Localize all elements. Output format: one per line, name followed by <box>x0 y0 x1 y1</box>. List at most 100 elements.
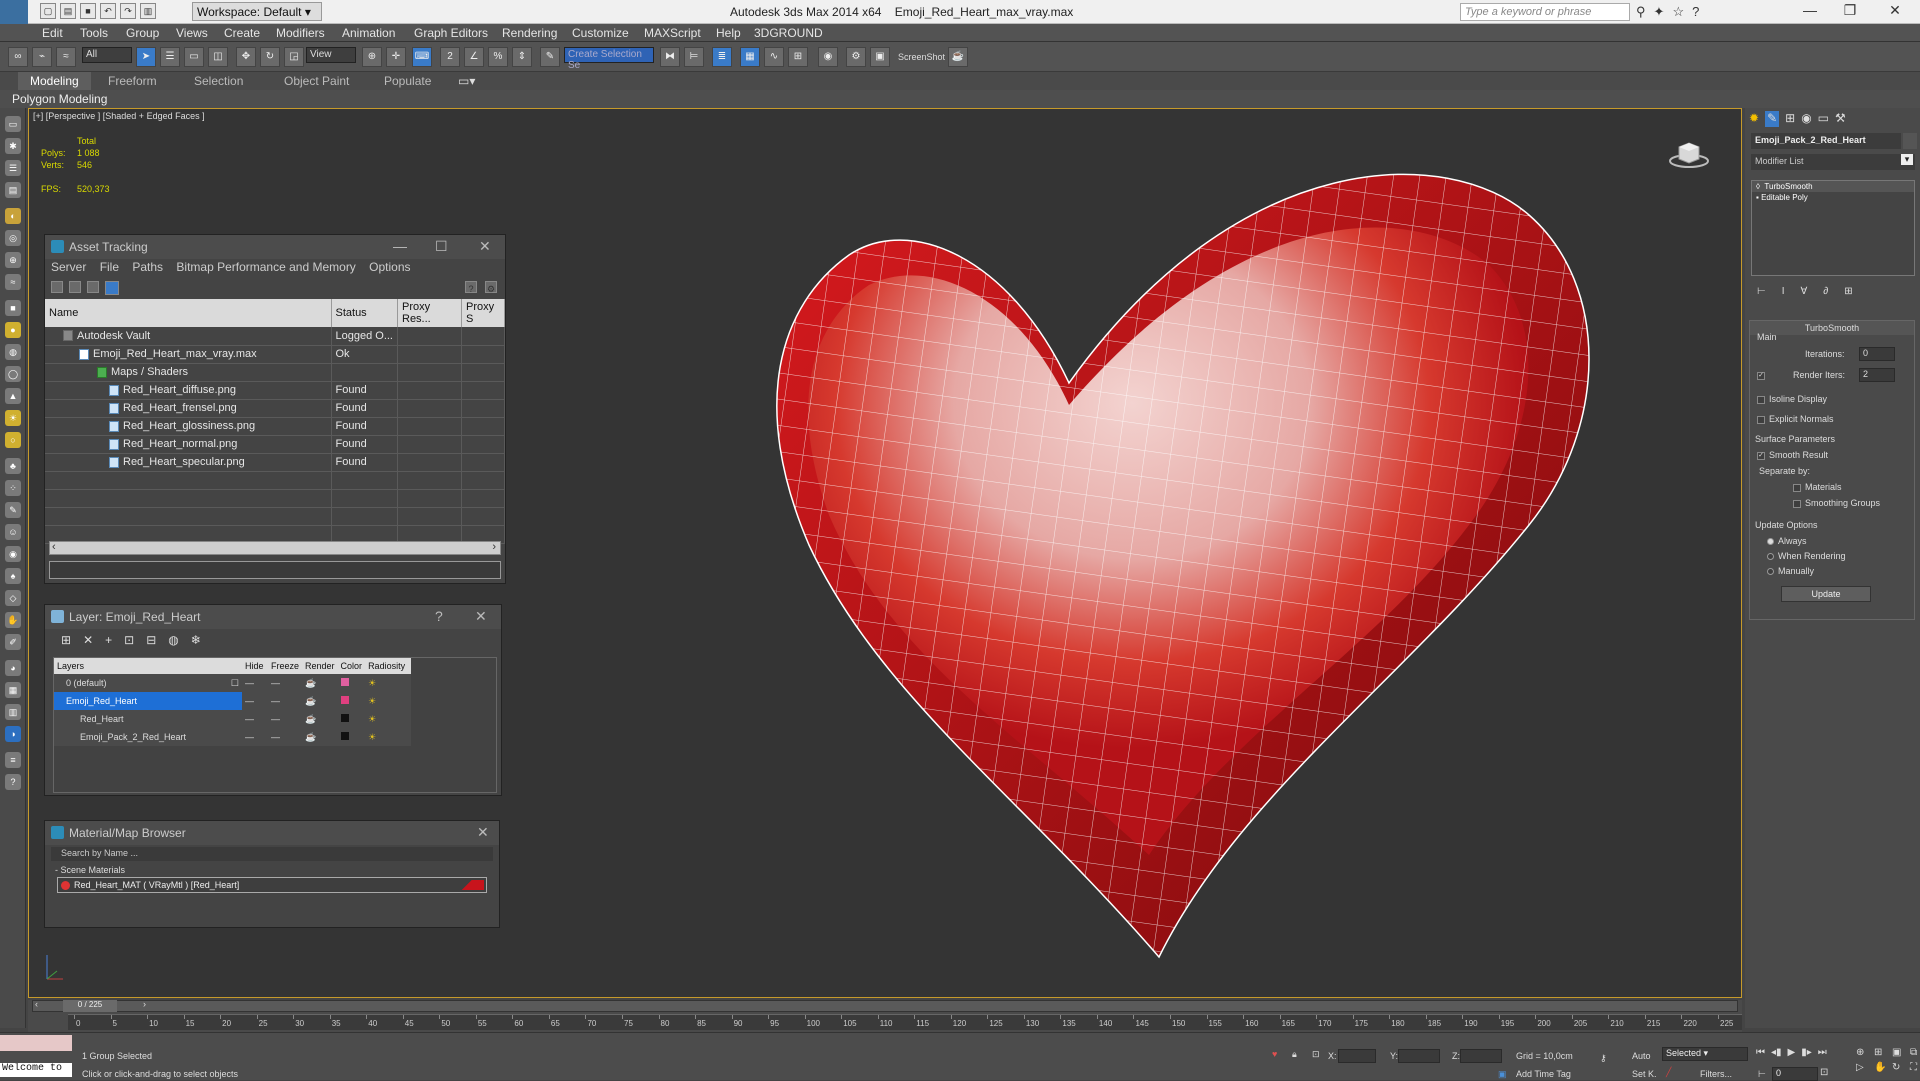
materials-checkbox[interactable]: Materials <box>1793 482 1842 492</box>
isolate-icon[interactable]: ♥ <box>1272 1049 1277 1059</box>
layer-row[interactable]: Red_Heart — — ☕ ☀ <box>54 710 411 728</box>
spacewarp-icon[interactable]: ≈ <box>5 274 21 290</box>
table-row[interactable]: Red_Heart_frensel.png Found <box>45 399 505 418</box>
col-render[interactable]: Render <box>302 658 338 674</box>
close-button[interactable]: ✕ <box>1880 2 1910 22</box>
curve-editor-icon[interactable]: ∿ <box>764 47 784 67</box>
render-icon[interactable]: ▤ <box>5 182 21 198</box>
tree-icon[interactable]: ♣ <box>5 458 21 474</box>
object-name-field[interactable]: Emoji_Pack_2_Red_Heart <box>1751 133 1901 149</box>
detail-view-icon[interactable] <box>87 281 99 293</box>
cylinder-icon[interactable]: ◍ <box>5 344 21 360</box>
paint-icon[interactable]: ✎ <box>5 502 21 518</box>
menu-rendering[interactable]: Rendering <box>502 26 557 40</box>
render-frame-icon[interactable]: ▣ <box>870 47 890 67</box>
create-icon[interactable]: ✱ <box>5 138 21 154</box>
workspace-dropdown[interactable]: Workspace: Default ▾ <box>192 2 322 21</box>
graphite-ribbon-icon[interactable]: ▦ <box>740 47 760 67</box>
explicit-normals-checkbox[interactable]: Explicit Normals <box>1757 414 1834 424</box>
menu-modifiers[interactable]: Modifiers <box>276 26 325 40</box>
box-icon[interactable]: ■ <box>5 300 21 316</box>
stack-item-editable-poly[interactable]: ▪ Editable Poly <box>1752 192 1914 203</box>
angle-snap-icon[interactable]: ∠ <box>464 47 484 67</box>
scene-materials-section[interactable]: - Scene Materials <box>51 865 493 875</box>
z-coordinate-input[interactable] <box>1460 1049 1502 1063</box>
add-time-tag[interactable]: Add Time Tag <box>1516 1069 1571 1079</box>
redo-icon[interactable]: ↷ <box>120 3 136 19</box>
window-crossing-icon[interactable]: ◫ <box>208 47 228 67</box>
zoom-all-icon[interactable]: ⊞ <box>1874 1047 1888 1058</box>
spinner-snap-icon[interactable]: ⇕ <box>512 47 532 67</box>
time-config-icon[interactable]: ⊡ <box>1820 1067 1828 1078</box>
help-icon[interactable]: ? <box>465 281 477 294</box>
table-row[interactable]: Red_Heart_glossiness.png Found <box>45 417 505 436</box>
layer-color-swatch[interactable] <box>340 678 349 686</box>
modify-tab-icon[interactable]: ✎ <box>1765 111 1780 127</box>
list-view-icon[interactable] <box>69 281 81 293</box>
absolute-mode-icon[interactable]: ⊡ <box>1312 1049 1320 1060</box>
close-button[interactable]: ✕ <box>475 608 487 625</box>
render-icon[interactable]: ☕ <box>302 728 338 746</box>
create-layer-icon[interactable]: ⊞ <box>61 633 71 649</box>
zoom-extents-all-icon[interactable]: ⧉ <box>1910 1047 1920 1058</box>
radiosity-icon[interactable]: ☀ <box>365 692 411 710</box>
material-item[interactable]: Red_Heart_MAT ( VRayMtl ) [Red_Heart] <box>57 877 487 893</box>
tab-freeform[interactable]: Freeform <box>108 74 157 88</box>
layer-color-swatch[interactable] <box>340 696 349 704</box>
col-radiosity[interactable]: Radiosity <box>365 658 412 674</box>
menu-views[interactable]: Views <box>176 26 208 40</box>
material-search-input[interactable]: Search by Name ... <box>51 847 493 861</box>
tab-populate[interactable]: Populate <box>384 74 431 88</box>
zoom-icon[interactable]: ⊕ <box>1856 1047 1870 1058</box>
render-icon[interactable]: ☕ <box>302 692 338 710</box>
hand-icon[interactable]: ✋ <box>5 612 21 628</box>
pivot-icon[interactable]: ⊕ <box>362 47 382 67</box>
render-icon[interactable]: ☕ <box>302 710 338 728</box>
camera-icon[interactable]: ◎ <box>5 230 21 246</box>
previous-frame-icon[interactable]: ◂▮ <box>1771 1047 1782 1058</box>
fov-icon[interactable]: ▷ <box>1856 1062 1870 1073</box>
highlight-layer-icon[interactable]: ⊟ <box>146 633 156 649</box>
menu-paths[interactable]: Paths <box>132 260 163 274</box>
asset-tracking-titlebar[interactable]: Asset Tracking — ☐ ✕ <box>45 235 505 259</box>
timeline-ruler[interactable]: 0 5 10 15 20 25 30 35 40 45 50 55 60 65 70 75 80 85 90 95 10… <box>68 1014 1742 1030</box>
ribbon-options-icon[interactable]: ▭▾ <box>458 74 475 88</box>
radiosity-icon[interactable]: ☀ <box>365 710 411 728</box>
brush-icon[interactable]: ✐ <box>5 634 21 650</box>
scene-explorer-icon[interactable]: ▦ <box>5 682 21 698</box>
schematic-view-icon[interactable]: ⊞ <box>788 47 808 67</box>
info-icon[interactable]: ? <box>5 774 21 790</box>
select-object-icon[interactable]: ➤ <box>136 47 156 67</box>
motion-tab-icon[interactable]: ◉ <box>1801 111 1811 127</box>
key-filter-dropdown[interactable]: Selected ▾ <box>1662 1047 1748 1061</box>
time-slider[interactable]: 0 / 225 ‹ › <box>32 999 1738 1012</box>
keyboard-shortcut-override-icon[interactable]: ⌨ <box>412 47 432 67</box>
layer-color-swatch[interactable] <box>340 732 349 740</box>
edit-named-selection-icon[interactable]: ✎ <box>540 47 560 67</box>
snapshot-icon[interactable]: ▥ <box>5 704 21 720</box>
time-tag-icon[interactable]: ▣ <box>1498 1069 1507 1080</box>
prev-frame-icon[interactable]: ‹ <box>35 999 38 1009</box>
table-row[interactable]: Emoji_Red_Heart_max_vray.max Ok <box>45 345 505 364</box>
rectangular-selection-icon[interactable]: ▭ <box>184 47 204 67</box>
lock-selection-icon[interactable]: 🔒︎ <box>1292 1049 1297 1060</box>
link-icon[interactable]: ∞ <box>8 47 28 67</box>
table-view-icon[interactable] <box>105 281 119 295</box>
menu-3dground[interactable]: 3DGROUND <box>754 26 823 40</box>
auto-key-button[interactable]: Auto <box>1632 1051 1651 1061</box>
sphere2-icon[interactable]: ◕ <box>5 660 21 676</box>
key-icon[interactable]: ⚷ <box>1600 1053 1607 1064</box>
move-icon[interactable]: ✥ <box>236 47 256 67</box>
scroll-left-icon[interactable]: ‹ <box>52 541 56 553</box>
table-row[interactable]: Red_Heart_diffuse.png Found <box>45 381 505 400</box>
hierarchy-tab-icon[interactable]: ⊞ <box>1785 111 1795 127</box>
binoculars-icon[interactable]: ⚲ <box>1636 4 1646 20</box>
horizontal-scrollbar[interactable]: ‹ › <box>49 541 501 555</box>
go-to-start-icon[interactable]: ⏮ <box>1756 1047 1765 1058</box>
list2-icon[interactable]: ≡ <box>5 752 21 768</box>
rotate-icon[interactable]: ↻ <box>260 47 280 67</box>
menu-server[interactable]: Server <box>51 260 86 274</box>
tools-icon[interactable]: ✦ <box>1654 4 1665 20</box>
manually-radio[interactable]: Manually <box>1767 566 1814 576</box>
x-coordinate-input[interactable] <box>1338 1049 1376 1063</box>
